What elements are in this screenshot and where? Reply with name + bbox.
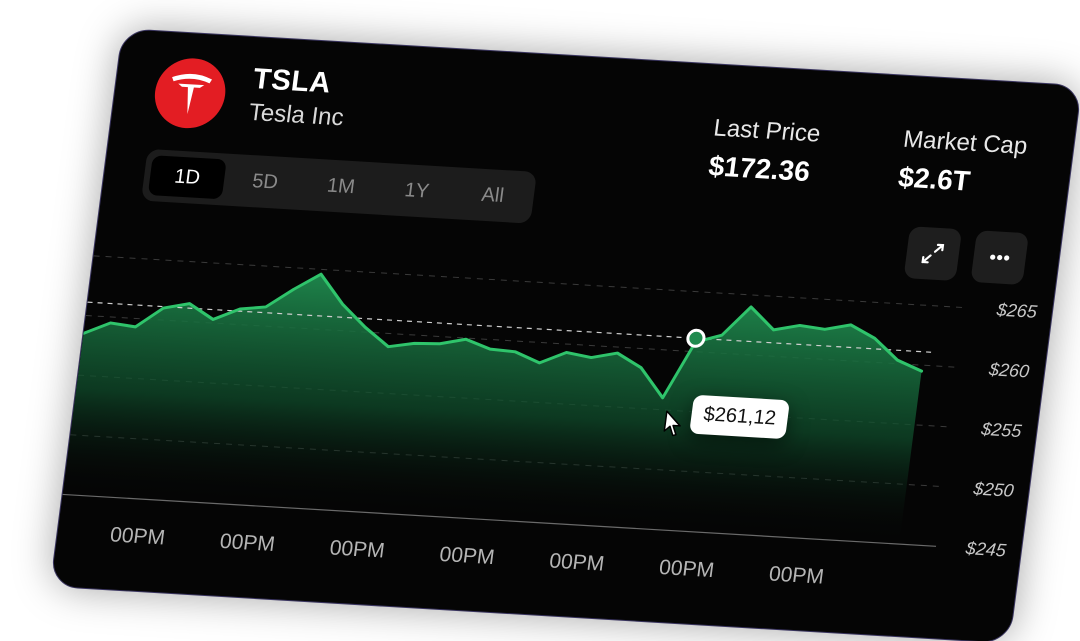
price-tooltip: $261,12 (689, 394, 791, 440)
x-axis-tick-label: 00PM (438, 543, 496, 569)
y-axis-tick-label: $260 (987, 359, 1031, 381)
y-axis-tick-label: $265 (995, 300, 1040, 322)
page-background: TSLA Tesla Inc Last Price $172.36 Market… (0, 0, 1080, 641)
x-axis-tick-label: 00PM (328, 536, 386, 562)
price-chart[interactable]: $265 $260 $255 $250 $245 00PM 00PM 00PM 00PM 00P… (51, 29, 1080, 641)
grid-line (93, 255, 968, 309)
y-axis-tick-label: $255 (979, 419, 1024, 441)
x-axis-tick-label: 00PM (109, 523, 167, 549)
stock-card: TSLA Tesla Inc Last Price $172.36 Market… (49, 28, 1080, 641)
y-axis-tick-label: $245 (964, 538, 1009, 560)
mouse-cursor-icon (663, 410, 681, 437)
x-axis-tick-label: 00PM (219, 530, 277, 556)
x-axis-tick-label: 00PM (548, 550, 606, 576)
x-axis-tick-label: 00PM (658, 556, 716, 582)
x-axis-tick-label: 00PM (768, 563, 826, 589)
y-axis-tick-label: $250 (971, 478, 1015, 500)
price-marker[interactable] (686, 328, 706, 348)
